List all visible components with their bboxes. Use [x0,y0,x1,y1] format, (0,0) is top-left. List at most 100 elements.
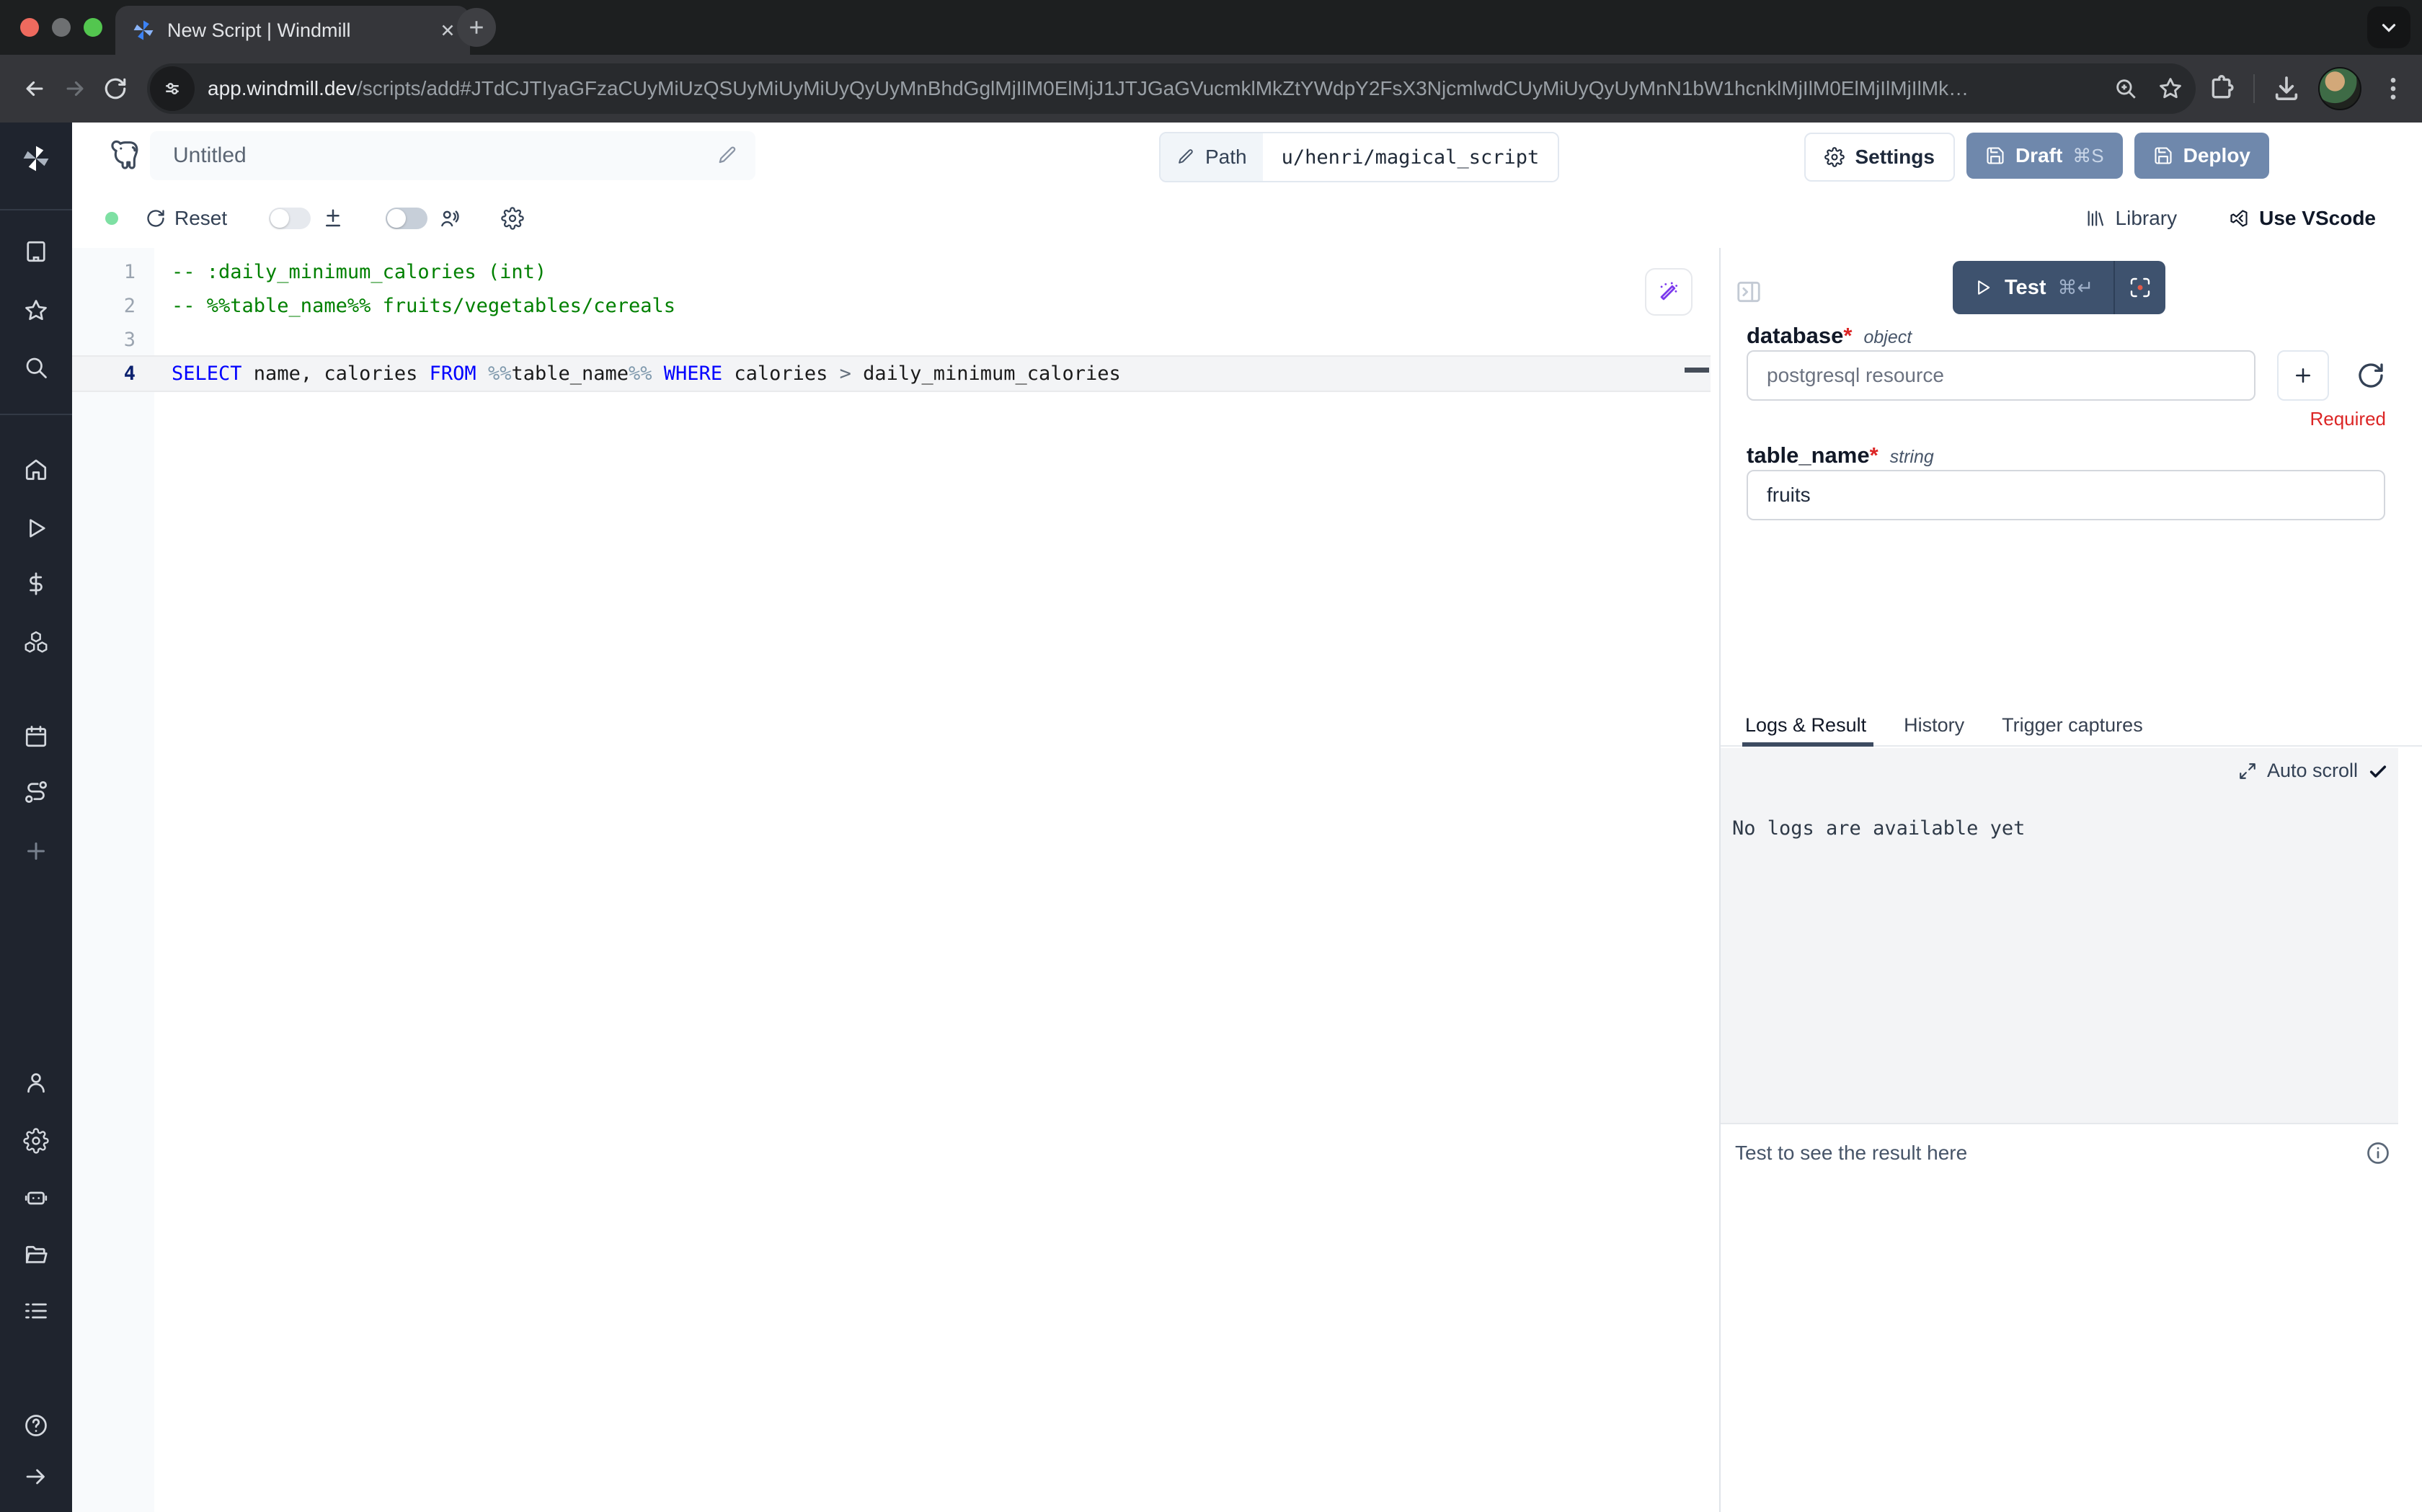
script-header: Path u/henri/magical_script Settings Dra… [72,123,2422,189]
back-icon[interactable] [14,68,55,109]
line-number: 4 [72,363,154,385]
collapse-panel-icon[interactable] [1735,278,1762,306]
path-value: u/henri/magical_script [1263,133,1558,181]
database-field-label: database* object [1747,323,1912,349]
add-menu-plus-icon[interactable] [23,838,49,864]
workspace-icon[interactable] [23,239,49,264]
check-icon [2368,761,2388,781]
reload-icon[interactable] [95,68,136,109]
variables-dollar-icon[interactable] [23,571,49,597]
favorites-star-icon[interactable] [23,298,49,324]
users-icon [439,208,461,229]
help-icon[interactable] [23,1413,49,1438]
editor-toolbar-right: Library Use VScode [2085,207,2376,230]
profile-avatar[interactable] [2318,67,2361,110]
windmill-favicon [131,18,156,43]
refresh-resources-icon[interactable] [2356,361,2385,390]
home-icon[interactable] [23,456,49,482]
new-tab-button[interactable] [457,8,496,47]
draft-button[interactable]: Draft ⌘S [1966,133,2123,179]
browser-menu-icon[interactable] [2379,74,2408,103]
settings-label: Settings [1855,146,1934,169]
vscode-icon [2229,208,2249,228]
capture-icon [2129,276,2152,299]
ai-robot-icon[interactable] [23,1184,49,1210]
diff-icon [322,208,344,229]
info-icon[interactable] [2365,1140,2391,1166]
folders-icon[interactable] [23,1241,49,1267]
table-name-input[interactable] [1747,470,2385,520]
tab-logs-result[interactable]: Logs & Result [1745,705,1866,745]
forward-icon[interactable] [55,68,95,109]
download-icon[interactable] [2272,74,2301,103]
auto-scroll-control[interactable]: Auto scroll [2238,760,2388,782]
window-controls [20,18,102,37]
use-vscode-button[interactable]: Use VScode [2229,207,2376,230]
expand-icon[interactable] [2238,762,2257,781]
expand-sidebar-arrow-icon[interactable] [23,1464,49,1490]
editor-settings-gear-icon[interactable] [501,207,524,230]
routes-icon[interactable] [23,779,49,805]
test-button[interactable]: Test ⌘↵ [1953,261,2113,314]
runs-play-icon[interactable] [23,515,49,541]
add-resource-button[interactable] [2277,350,2329,401]
resources-cubes-icon[interactable] [23,629,49,655]
tab-search-button[interactable] [2367,6,2410,48]
window-zoom-button[interactable] [84,18,102,37]
code-editor[interactable]: 1 -- :daily_minimum_calories (int) 2 -- … [72,248,1719,1512]
user-icon[interactable] [23,1069,49,1095]
library-button[interactable]: Library [2085,207,2178,230]
edit-path-pencil-icon [1176,148,1195,166]
code-text: SELECT name, calories FROM %%table_name%… [154,363,1121,385]
zoom-icon[interactable] [2113,76,2138,101]
capture-test-button[interactable] [2115,261,2165,314]
run-panel: Test ⌘↵ database* object Required [1719,248,2422,1512]
field-type: string [1890,447,1934,468]
diff-toggle[interactable] [269,208,311,229]
field-name: database* [1747,323,1852,349]
path-pill[interactable]: Path u/henri/magical_script [1159,132,1559,182]
database-resource-input[interactable] [1747,350,2255,401]
tab-title: New Script | Windmill [167,19,427,42]
test-button-group: Test ⌘↵ [1953,261,2165,314]
code-text: -- :daily_minimum_calories (int) [154,261,546,283]
windmill-logo[interactable] [20,143,52,174]
tab-trigger-captures[interactable]: Trigger captures [2002,705,2143,745]
field-type: object [1863,327,1912,348]
url-bar[interactable]: app.windmill.dev/scripts/add#JTdCJTIyaGF… [147,63,2196,114]
database-field-row [1747,350,2385,401]
toolbar-divider [2253,74,2255,103]
sidebar-divider [0,414,72,415]
site-settings-icon[interactable] [150,66,195,111]
header-actions: Settings Draft ⌘S Deploy [1804,133,2269,182]
window-minimize-button[interactable] [52,18,71,37]
extensions-icon[interactable] [2207,74,2236,103]
code-line: 1 -- :daily_minimum_calories (int) [72,255,1711,289]
script-name-input[interactable] [150,143,717,168]
library-label: Library [2116,207,2178,230]
settings-gear-icon[interactable] [23,1128,49,1154]
edit-name-pencil-icon[interactable] [717,145,738,166]
bookmark-star-icon[interactable] [2158,76,2183,101]
draft-shortcut: ⌘S [2072,145,2103,167]
schedules-calendar-icon[interactable] [23,724,49,750]
url-host: app.windmill.dev [208,77,357,99]
editor-gutter [72,248,154,1512]
settings-button[interactable]: Settings [1804,133,1954,182]
groups-list-icon[interactable] [23,1298,49,1324]
reset-button[interactable]: Reset [146,207,227,230]
collab-toggle[interactable] [386,208,427,229]
url-text: app.windmill.dev/scripts/add#JTdCJTIyaGF… [208,77,2093,100]
deploy-label: Deploy [2183,144,2250,167]
use-vscode-label: Use VScode [2259,207,2376,230]
search-icon[interactable] [23,355,49,381]
deploy-button[interactable]: Deploy [2134,133,2269,179]
tab-history[interactable]: History [1904,705,1964,745]
tab-close-icon[interactable] [438,21,457,40]
required-note: Required [2310,408,2386,430]
window-close-button[interactable] [20,18,39,37]
browser-tab[interactable]: New Script | Windmill [115,6,470,55]
ai-assistant-wand-button[interactable] [1645,268,1693,316]
toolbar-actions [2207,67,2408,110]
code-text: -- %%table_name%% fruits/vegetables/cere… [154,295,675,317]
